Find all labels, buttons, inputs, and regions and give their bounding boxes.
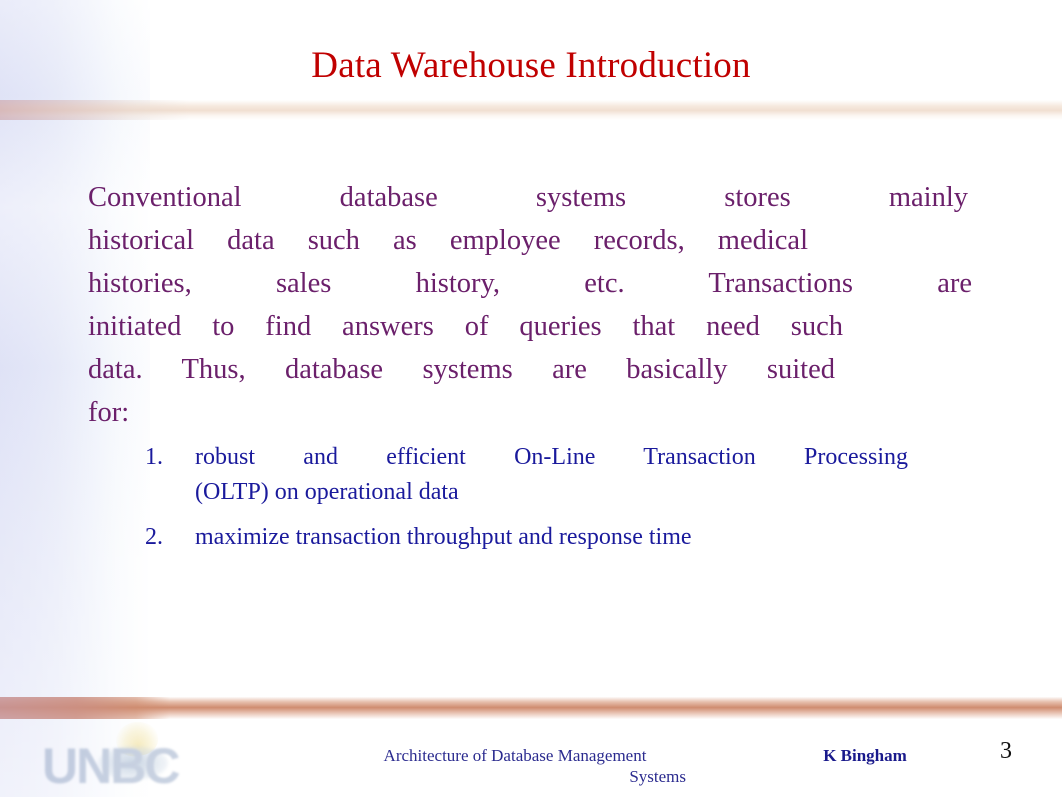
numbered-list: 1. robust and efficient On-Line Transact… <box>145 440 975 565</box>
body-line: initiated to find answers of queries tha… <box>88 311 843 342</box>
footer-course-title-line2: Systems <box>629 767 686 786</box>
footer-page-number: 3 <box>1000 738 1012 764</box>
bottom-divider-band-left-accent <box>0 697 170 719</box>
body-paragraph: Conventional database systems stores mai… <box>88 176 978 434</box>
body-line: for: <box>88 397 130 428</box>
slide-title: Data Warehouse Introduction <box>311 45 751 86</box>
top-divider-band-left-accent <box>0 100 190 120</box>
logo-wordmark: UNBC <box>42 738 180 794</box>
list-item-marker: 1. <box>145 444 163 470</box>
footer-author: K Bingham <box>823 746 907 765</box>
list-item: 1. robust and efficient On-Line Transact… <box>145 440 975 510</box>
body-line: data. Thus, database systems are basical… <box>88 354 835 385</box>
list-item-line: maximize transaction throughput and resp… <box>195 524 692 550</box>
list-item-line: (OLTP) on operational data <box>195 479 459 505</box>
list-item: 2. maximize transaction throughput and r… <box>145 520 975 555</box>
list-item-line: robust and efficient On-Line Transaction… <box>195 444 908 470</box>
body-line: historical data such as employee records… <box>88 225 808 256</box>
slide-canvas: Data Warehouse Introduction Conventional… <box>0 0 1062 797</box>
list-item-marker: 2. <box>145 524 163 550</box>
footer-course-title-line1: Architecture of Database Management <box>383 746 647 765</box>
unbc-logo: UNBC <box>42 719 242 794</box>
body-line: Conventional database systems stores mai… <box>88 182 968 213</box>
body-line: histories, sales history, etc. Transacti… <box>88 268 972 299</box>
footer-course-title: Architecture of Database Management Syst… <box>300 745 730 787</box>
